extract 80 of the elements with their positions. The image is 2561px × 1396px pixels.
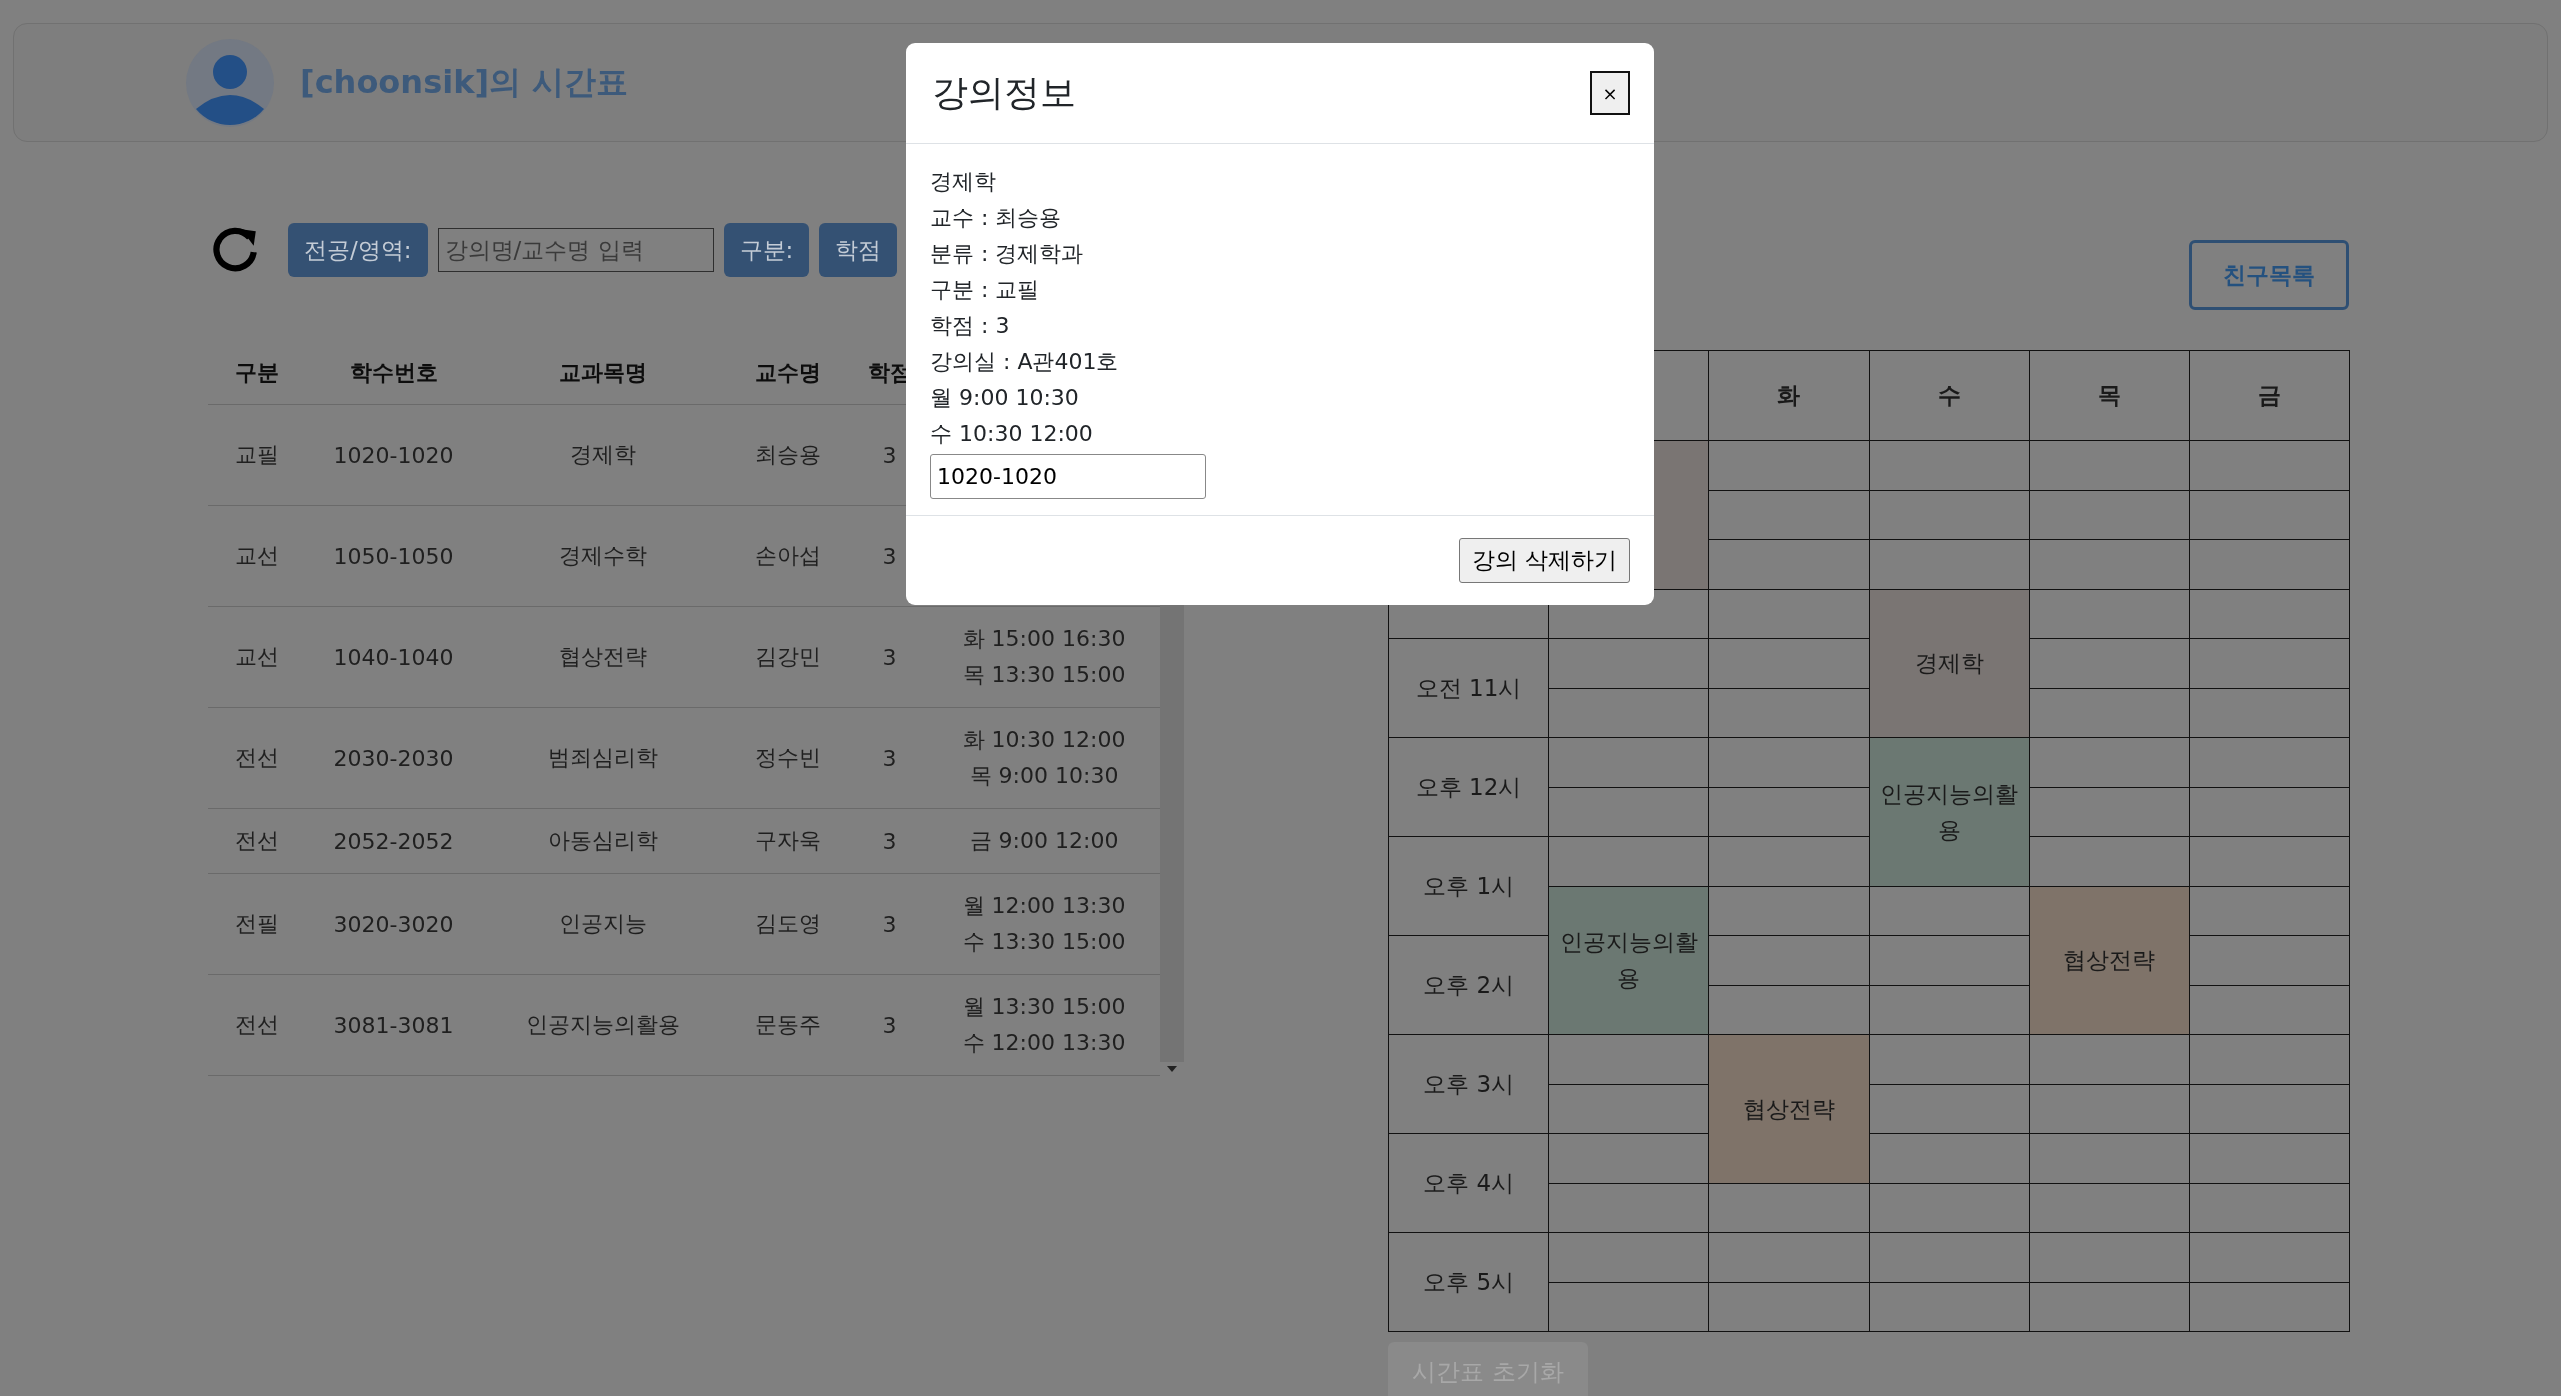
time-text: 수 12:00 13:30 bbox=[961, 1029, 1127, 1057]
table-cell: 1050-1050 bbox=[305, 505, 482, 607]
class-block[interactable]: 인공지능의활용 bbox=[1549, 886, 1710, 1035]
table-cell: 3 bbox=[851, 808, 928, 874]
time-text: 화 10:30 12:00 bbox=[961, 726, 1127, 754]
avatar-icon bbox=[186, 38, 274, 127]
hour-cell: 오후 3시 bbox=[1389, 1035, 1550, 1134]
table-cell: 김강민 bbox=[724, 606, 851, 708]
close-button[interactable]: × bbox=[1590, 71, 1630, 115]
table-cell: 전선 bbox=[208, 707, 305, 809]
friends-button[interactable]: 친구목록 bbox=[2189, 240, 2349, 310]
table-cell: 문동주 bbox=[724, 974, 851, 1076]
day-header: 목 bbox=[2029, 351, 2190, 441]
table-cell: 3 bbox=[851, 707, 928, 809]
table-cell: 3 bbox=[851, 873, 928, 975]
table-cell: 정수빈 bbox=[724, 707, 851, 809]
hour-cell: 오후 12시 bbox=[1389, 738, 1550, 837]
class-block[interactable]: 협상전략 bbox=[2029, 886, 2190, 1035]
column-header: 교과목명 bbox=[482, 342, 724, 405]
table-cell: 1040-1040 bbox=[305, 606, 482, 708]
table-cell: 구자욱 bbox=[724, 808, 851, 874]
time-text: 목 13:30 15:00 bbox=[961, 661, 1127, 689]
table-cell: 범죄심리학 bbox=[482, 707, 724, 809]
code-field[interactable]: 1020-1020 bbox=[930, 454, 1206, 499]
table-cell: 2030-2030 bbox=[305, 707, 482, 809]
time-text: 월 13:30 15:00 bbox=[961, 993, 1127, 1021]
table-cell: 최승용 bbox=[724, 404, 851, 506]
table-cell: 2052-2052 bbox=[305, 808, 482, 874]
info-text: 학점 : 3 bbox=[930, 312, 1011, 340]
column-header: 교수명 bbox=[724, 342, 851, 405]
major-button[interactable]: 전공/영역: bbox=[288, 223, 428, 277]
column-header: 학수번호 bbox=[305, 342, 482, 405]
table-cell: 3081-3081 bbox=[305, 974, 482, 1076]
hour-cell: 오전 11시 bbox=[1389, 639, 1550, 738]
time-text: 금 9:00 12:00 bbox=[968, 827, 1120, 855]
table-cell: 1020-1020 bbox=[305, 404, 482, 506]
info-text: 구분 : 교필 bbox=[930, 276, 1041, 304]
table-cell: 교필 bbox=[208, 404, 305, 506]
class-block[interactable]: 경제학 bbox=[1869, 589, 2030, 738]
search-field[interactable]: 강의명/교수명 입력 bbox=[437, 228, 714, 272]
dialog-title: 강의정보 bbox=[932, 70, 1076, 115]
type-button[interactable]: 구분: bbox=[723, 223, 810, 277]
table-cell: 손아섭 bbox=[724, 505, 851, 607]
table-cell: 협상전략 bbox=[482, 606, 724, 708]
column-header: 구분 bbox=[208, 342, 305, 405]
class-block[interactable]: 협상전략 bbox=[1709, 1035, 1870, 1184]
time-text: 월 12:00 13:30 bbox=[961, 892, 1127, 920]
time-text: 수 13:30 15:00 bbox=[961, 928, 1127, 956]
info-text: 분류 : 경제학과 bbox=[930, 240, 1085, 268]
table-cell: 인공지능의활용 bbox=[482, 974, 724, 1076]
table-cell: 3 bbox=[851, 974, 928, 1076]
table-cell: 김도영 bbox=[724, 873, 851, 975]
hour-cell: 오후 4시 bbox=[1389, 1134, 1550, 1233]
table-cell: 인공지능 bbox=[482, 873, 724, 975]
day-header: 화 bbox=[1709, 351, 1870, 441]
day-header: 금 bbox=[2189, 351, 2350, 441]
time-text: 화 15:00 16:30 bbox=[961, 625, 1127, 653]
time-text: 목 9:00 10:30 bbox=[968, 762, 1120, 790]
info-text: 수 10:30 12:00 bbox=[930, 420, 1094, 448]
table-cell: 경제학 bbox=[482, 404, 724, 506]
table-cell: 전선 bbox=[208, 974, 305, 1076]
info-text: 교수 : 최승용 bbox=[930, 204, 1063, 232]
class-block[interactable]: 인공지능의활용 bbox=[1869, 738, 2030, 887]
table-cell: 교선 bbox=[208, 505, 305, 607]
info-text: 경제학 bbox=[930, 168, 997, 196]
info-text: 월 9:00 10:30 bbox=[930, 384, 1080, 412]
table-cell: 3020-3020 bbox=[305, 873, 482, 975]
info-text: 강의실 : A관401호 bbox=[930, 348, 1120, 376]
table-cell: 경제수학 bbox=[482, 505, 724, 607]
table-cell: 교선 bbox=[208, 606, 305, 708]
day-header: 수 bbox=[1869, 351, 2030, 441]
table-cell: 전필 bbox=[208, 873, 305, 975]
table-cell: 아동심리학 bbox=[482, 808, 724, 874]
page-title: [choonsik]의 시간표 bbox=[300, 61, 629, 103]
hour-cell: 오후 5시 bbox=[1389, 1233, 1550, 1332]
table-cell: 전선 bbox=[208, 808, 305, 874]
credit-button[interactable]: 학점 bbox=[819, 223, 898, 277]
delete-button[interactable]: 강의 삭제하기 bbox=[1458, 538, 1630, 583]
scroll-down-icon[interactable] bbox=[1167, 1066, 1177, 1072]
table-cell: 3 bbox=[851, 606, 928, 708]
